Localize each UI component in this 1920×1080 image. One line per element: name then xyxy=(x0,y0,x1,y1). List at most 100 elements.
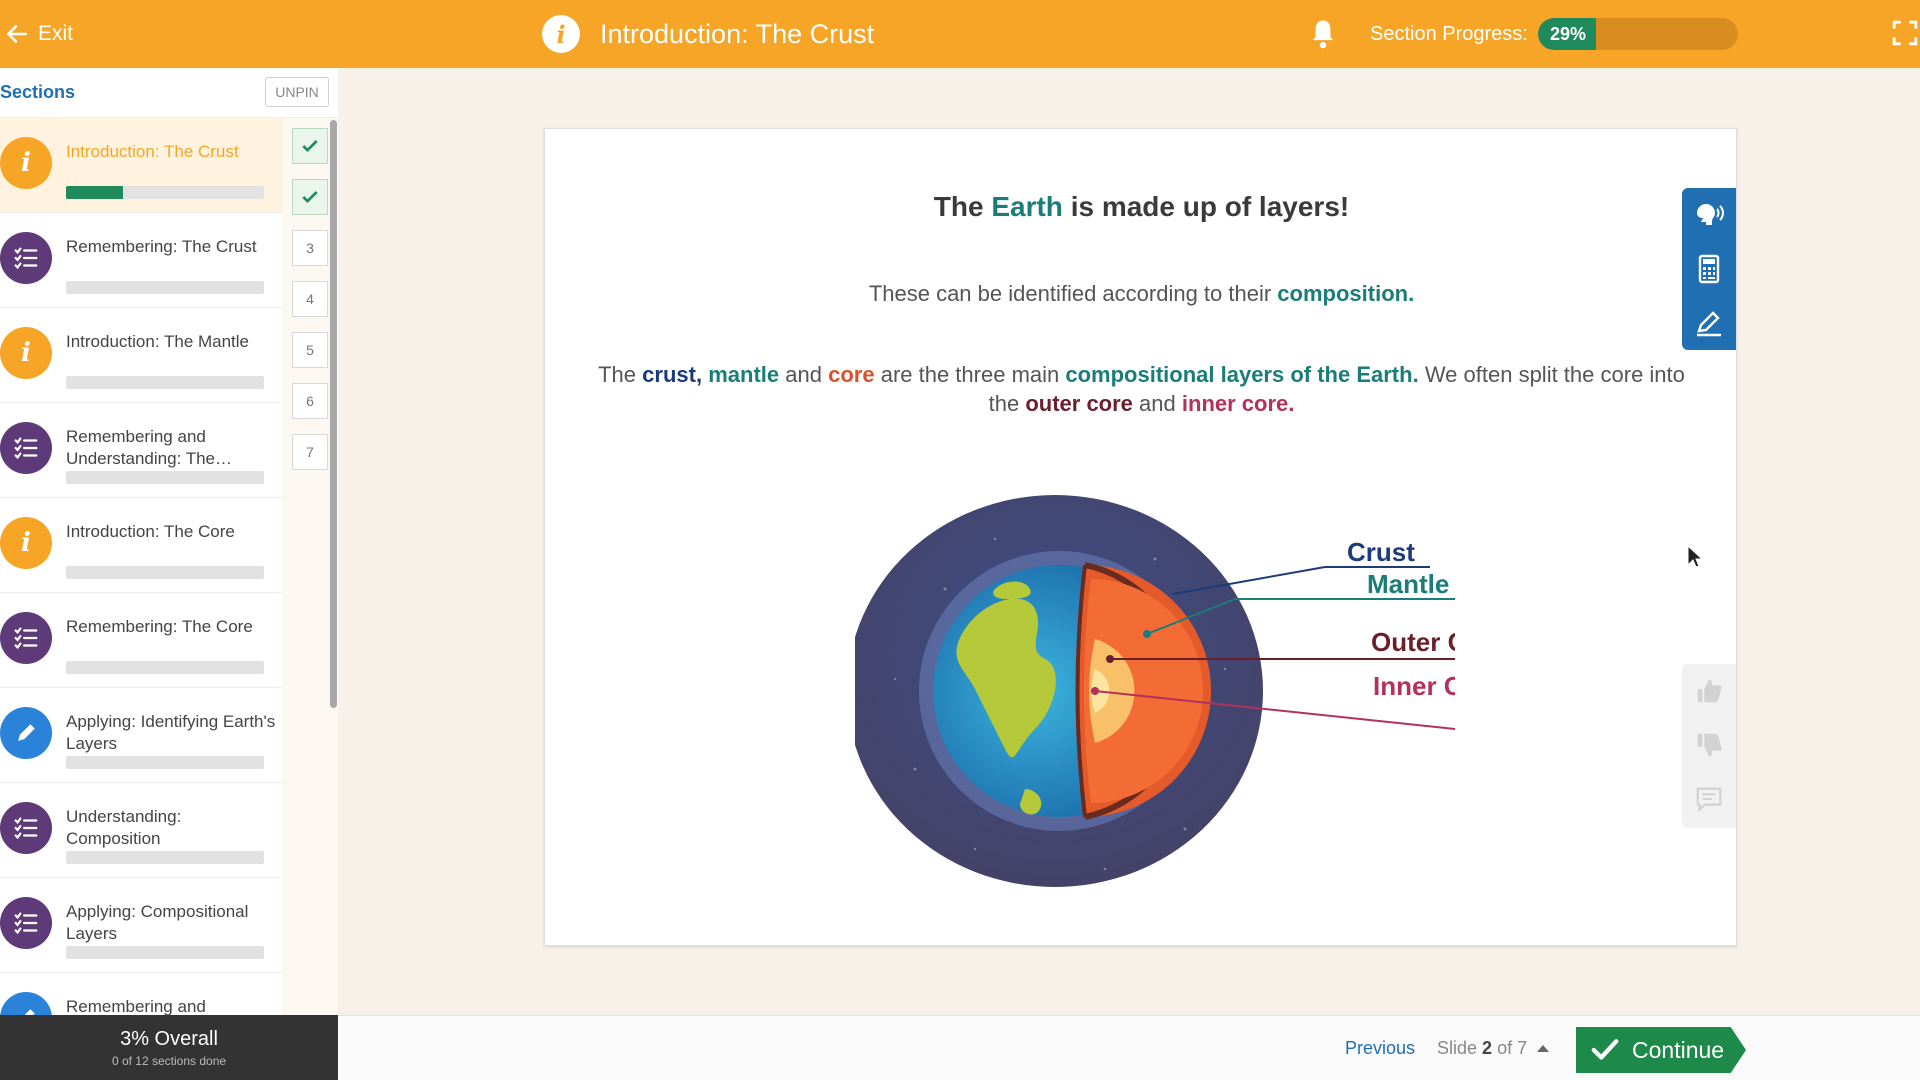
section-progress-bar xyxy=(66,186,264,199)
caret-up-icon[interactable] xyxy=(1536,1043,1550,1053)
slide-heading: The Earth is made up of layers! xyxy=(933,191,1350,222)
section-progress-bar xyxy=(66,851,264,864)
slide-number-list: 3 4 5 6 7 xyxy=(292,128,328,485)
section-label: Remembering and Understanding: The… xyxy=(66,427,233,468)
section-label: Remembering: The Crust xyxy=(66,237,257,256)
section-item-introduction-mantle[interactable]: i Introduction: The Mantle xyxy=(0,308,282,403)
sidebar-scrollbar[interactable] xyxy=(330,120,337,708)
text-to-speech-icon xyxy=(1697,204,1724,225)
calculator-button[interactable] xyxy=(1682,242,1736,296)
section-progress-fill: 29% xyxy=(1538,18,1596,50)
section-progress-bar xyxy=(66,281,264,294)
overall-progress-value: 3% Overall xyxy=(120,1028,218,1050)
section-progress-bar xyxy=(66,566,264,579)
page-title-text: Introduction: The Crust xyxy=(600,18,875,49)
sections-sidebar: Sections UNPIN i Introduction: The Crust… xyxy=(0,68,338,1080)
slide-subheading: These can be identified according to the… xyxy=(868,281,1415,306)
slide-4[interactable]: 4 xyxy=(292,281,328,317)
section-label: Understanding: Composition xyxy=(66,807,182,848)
comment-icon xyxy=(1696,787,1722,812)
section-item-remembering-and[interactable]: Remembering and xyxy=(0,973,282,1015)
section-item-remembering-understanding[interactable]: Remembering and Understanding: The… xyxy=(0,403,282,498)
section-progress-bar xyxy=(66,376,264,389)
section-label: Introduction: The Mantle xyxy=(66,332,250,351)
slide-card: The Earth is made up of layers! These ca… xyxy=(544,128,1737,946)
section-item-introduction-core[interactable]: i Introduction: The Core xyxy=(0,498,282,593)
checklist-icon xyxy=(0,232,52,284)
slide-3[interactable]: 3 xyxy=(292,230,328,266)
checklist-icon xyxy=(0,897,52,949)
check-icon xyxy=(302,140,318,153)
slide-7[interactable]: 7 xyxy=(292,434,328,470)
comment-button[interactable] xyxy=(1682,772,1736,826)
annotate-button[interactable] xyxy=(1682,296,1736,350)
slide-5[interactable]: 5 xyxy=(292,332,328,368)
thumbs-up-button[interactable] xyxy=(1682,664,1736,718)
info-icon: i xyxy=(542,15,580,53)
pencil-icon xyxy=(1697,311,1721,337)
section-item-remembering-crust[interactable]: Remembering: The Crust xyxy=(0,213,282,308)
previous-button[interactable]: Previous xyxy=(1345,1038,1415,1059)
section-progress-bar xyxy=(66,471,264,484)
mouse-cursor-icon xyxy=(1687,545,1703,568)
text-to-speech-button[interactable] xyxy=(1682,188,1736,242)
section-progress-bar xyxy=(66,946,264,959)
info-icon: i xyxy=(0,517,52,569)
bottom-navigation-bar: Previous Slide 2 of 7 Continue xyxy=(338,1015,1920,1080)
calculator-icon xyxy=(1698,254,1720,284)
sections-title: Sections xyxy=(0,82,76,102)
section-item-remembering-core[interactable]: Remembering: The Core xyxy=(0,593,282,688)
thumbs-down-icon xyxy=(1697,733,1722,757)
continue-label: Continue xyxy=(1632,1036,1725,1063)
check-icon xyxy=(1591,1039,1619,1060)
info-icon: i xyxy=(0,327,52,379)
label-outer-core: Outer Core xyxy=(1371,627,1455,657)
section-item-understanding-composition[interactable]: Understanding: Composition xyxy=(0,783,282,878)
tools-panel xyxy=(1682,188,1736,350)
section-label: Remembering and xyxy=(66,997,206,1015)
section-item-applying-compositional[interactable]: Applying: Compositional Layers xyxy=(0,878,282,973)
label-inner-core: Inner Core xyxy=(1373,671,1455,701)
exit-button[interactable]: Exit xyxy=(0,0,73,68)
section-label: Introduction: The Crust xyxy=(66,142,239,161)
back-arrow-icon xyxy=(7,25,27,43)
pencil-icon xyxy=(0,992,52,1015)
slide-6[interactable]: 6 xyxy=(292,383,328,419)
overall-progress-sub: 0 of 12 sections done xyxy=(111,1054,227,1068)
section-progress-fill xyxy=(66,186,124,199)
feedback-panel xyxy=(1682,664,1736,828)
exit-label: Exit xyxy=(38,22,74,45)
section-item-applying-identifying[interactable]: Applying: Identifying Earth's Layers xyxy=(0,688,282,783)
checklist-icon xyxy=(0,422,52,474)
section-progress-value: 29% xyxy=(1550,23,1587,44)
bell-icon[interactable] xyxy=(1308,18,1338,50)
slide-indicator[interactable]: Slide 2 of 7 xyxy=(1437,1038,1527,1059)
checklist-icon xyxy=(0,802,52,854)
thumbs-up-icon xyxy=(1697,679,1722,703)
section-label: Remembering: The Core xyxy=(66,617,253,636)
label-crust: Crust xyxy=(1347,537,1415,567)
info-icon: i xyxy=(0,137,52,189)
sections-list: i Introduction: The Crust Remembering: T… xyxy=(0,118,282,1015)
fullscreen-icon[interactable] xyxy=(1892,20,1918,46)
slide-paragraph: The crust, mantle and core are the three… xyxy=(598,362,1685,416)
sidebar-header: Sections UNPIN xyxy=(0,68,338,118)
slide-1-done[interactable] xyxy=(292,128,328,164)
section-label: Applying: Compositional Layers xyxy=(66,902,249,943)
earth-layers-diagram: Crust Mantle Outer Core Inner Core xyxy=(855,495,1455,887)
section-label: Applying: Identifying Earth's Layers xyxy=(66,712,276,753)
unpin-button[interactable]: UNPIN xyxy=(265,77,329,107)
overall-progress: 3% Overall 0 of 12 sections done xyxy=(0,1015,338,1080)
page-title: i Introduction: The Crust xyxy=(542,0,874,68)
slide-2-done[interactable] xyxy=(292,179,328,215)
pencil-icon xyxy=(0,707,52,759)
thumbs-down-button[interactable] xyxy=(1682,718,1736,772)
top-bar: Exit i Introduction: The Crust Section P… xyxy=(0,0,1920,68)
label-mantle: Mantle xyxy=(1367,569,1449,599)
checklist-icon xyxy=(0,612,52,664)
continue-button[interactable]: Continue xyxy=(1576,1027,1746,1073)
section-progress-label: Section Progress: xyxy=(1370,22,1528,45)
section-progress-bar xyxy=(66,756,264,769)
section-item-introduction-crust[interactable]: i Introduction: The Crust xyxy=(0,118,282,213)
section-label: Introduction: The Core xyxy=(66,522,235,541)
